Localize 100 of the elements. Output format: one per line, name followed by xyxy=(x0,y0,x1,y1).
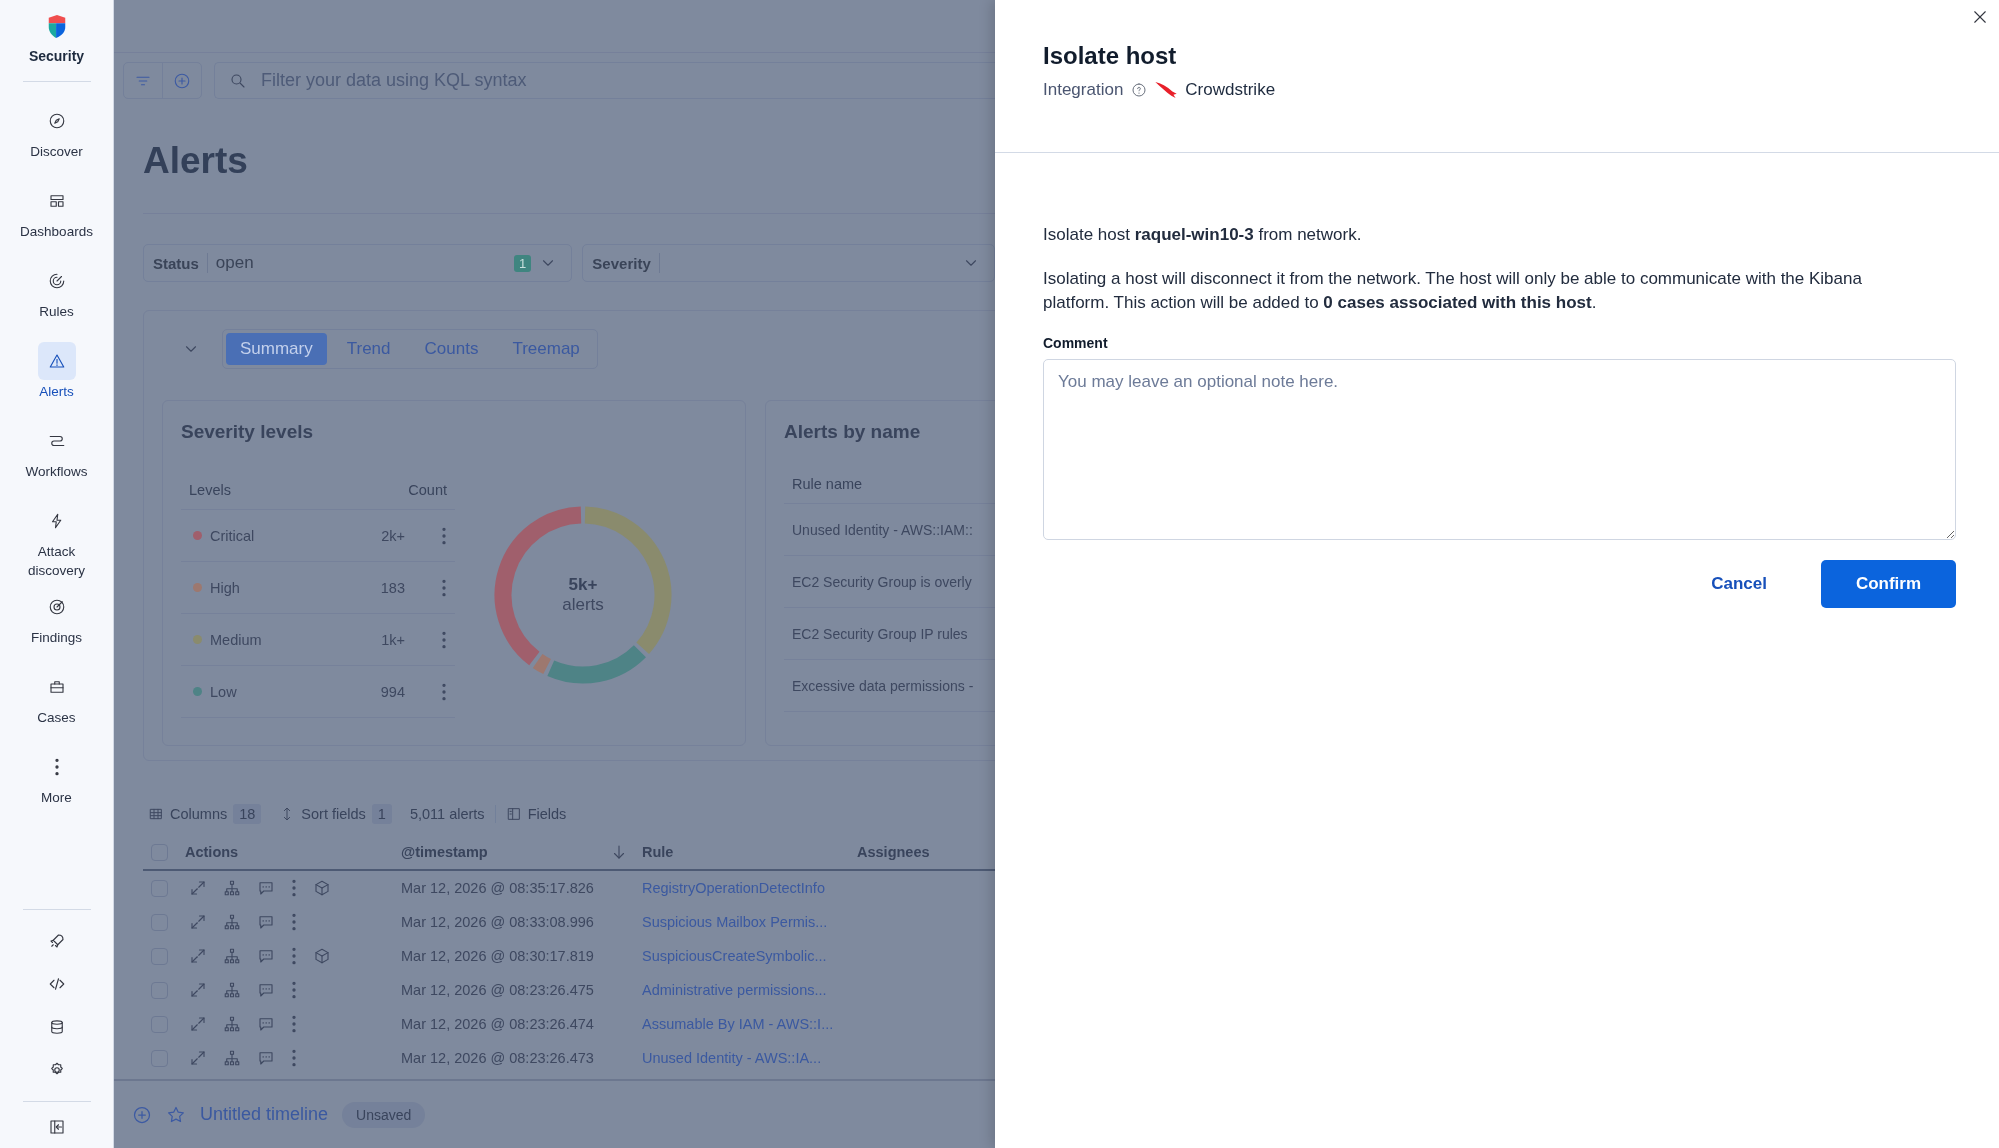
target-icon xyxy=(47,598,66,616)
radar-icon xyxy=(47,272,66,290)
table-cell-text: Low xyxy=(210,683,238,700)
isolate-message: Isolate host raquel-win10-3 from network. xyxy=(1043,224,1363,246)
rule-link[interactable]: SuspiciousCreateSymbolic... xyxy=(642,948,857,964)
comment-field[interactable]: You may leave an optional note here. xyxy=(1043,359,1956,540)
nav-item[interactable]: Workflows xyxy=(14,414,99,494)
table-cell-text: Critical xyxy=(210,527,256,544)
sort-button[interactable]: Sort fields 1 xyxy=(279,804,392,824)
table-cell-text: Mar 12, 2026 @ 08:23:26.474 xyxy=(401,1016,595,1032)
total-count: 5k+ xyxy=(568,575,598,595)
comment-icon[interactable] xyxy=(257,1049,275,1067)
column-header: Rule name xyxy=(792,476,863,492)
expand-icon[interactable] xyxy=(189,981,207,999)
nav-item[interactable]: Rules xyxy=(14,254,99,334)
query-buttons[interactable] xyxy=(123,62,202,99)
nav-item[interactable]: Alerts xyxy=(14,334,99,414)
timeline-title[interactable]: Untitled timeline xyxy=(200,1104,329,1125)
fields-button[interactable]: Fields xyxy=(505,806,567,822)
app-name: Security xyxy=(28,48,85,64)
more-icon[interactable] xyxy=(441,578,447,597)
view-tab[interactable]: Treemap xyxy=(498,333,594,365)
confirm-button[interactable]: Confirm xyxy=(1821,560,1956,608)
nav-item[interactable]: Dashboards xyxy=(14,174,99,254)
filter-control[interactable]: Severity xyxy=(582,244,995,282)
expand-icon[interactable] xyxy=(189,913,207,931)
nav-item[interactable]: Attack discovery xyxy=(14,494,99,580)
table-cell-text: Mar 12, 2026 @ 08:23:26.475 xyxy=(401,982,595,998)
view-tab[interactable]: Summary xyxy=(226,333,327,365)
table-cell: Unused Identity - AWS::IAM:: xyxy=(792,521,973,538)
more-icon[interactable] xyxy=(291,981,297,999)
hierarchy-icon[interactable] xyxy=(223,913,241,931)
more-icon[interactable] xyxy=(441,682,447,701)
help-icon[interactable] xyxy=(1131,82,1148,98)
view-tab[interactable]: Counts xyxy=(410,333,493,365)
hierarchy-icon[interactable] xyxy=(223,879,241,897)
more-icon[interactable] xyxy=(441,630,447,649)
table-cell-text: 994 xyxy=(379,683,405,700)
hierarchy-icon[interactable] xyxy=(223,1015,241,1033)
nav-item[interactable]: Discover xyxy=(14,94,99,174)
more-icon[interactable] xyxy=(291,913,297,931)
comment-icon[interactable] xyxy=(257,1015,275,1033)
fields-icon xyxy=(505,806,522,822)
star-icon[interactable] xyxy=(166,1104,186,1125)
cube-icon[interactable] xyxy=(313,947,331,965)
columns-button[interactable]: Columns 18 xyxy=(148,804,262,824)
code-icon[interactable] xyxy=(47,975,66,993)
add-icon[interactable] xyxy=(173,71,191,90)
column-header: Count xyxy=(407,482,447,498)
comment-icon[interactable] xyxy=(257,981,275,999)
more-icon[interactable] xyxy=(291,1049,297,1067)
comment-icon[interactable] xyxy=(257,879,275,897)
add-icon[interactable] xyxy=(132,1104,152,1125)
rule-link[interactable]: Administrative permissions... xyxy=(642,982,857,998)
swoosh-icon xyxy=(1155,82,1178,98)
rule-link[interactable]: Assumable By IAM - AWS::I... xyxy=(642,1016,857,1032)
more-icon[interactable] xyxy=(291,879,297,897)
expand-icon[interactable] xyxy=(189,1049,207,1067)
expand-icon[interactable] xyxy=(189,947,207,965)
hierarchy-icon[interactable] xyxy=(223,947,241,965)
total-unit: alerts xyxy=(562,595,604,615)
hierarchy-icon[interactable] xyxy=(223,1049,241,1067)
flyout-title: Isolate host xyxy=(1043,42,1178,70)
nav-item[interactable]: More xyxy=(14,740,99,820)
comment-label: Comment xyxy=(1043,335,1109,351)
comment-icon[interactable] xyxy=(257,913,275,931)
more-icon xyxy=(53,758,60,776)
more-icon[interactable] xyxy=(291,1015,297,1033)
view-tab[interactable]: Trend xyxy=(332,333,405,365)
compass-icon xyxy=(47,112,66,130)
table-icon xyxy=(148,806,164,822)
cube-icon[interactable] xyxy=(313,879,331,897)
table-cell: EC2 Security Group is overly xyxy=(792,573,972,590)
rule-link[interactable]: Suspicious Mailbox Permis... xyxy=(642,914,857,930)
collapse-icon[interactable] xyxy=(47,1118,66,1136)
close-icon[interactable] xyxy=(1971,8,1989,26)
table-cell-text: 2k+ xyxy=(380,527,405,544)
hierarchy-icon[interactable] xyxy=(223,981,241,999)
card-title: Alerts by name xyxy=(784,421,922,443)
expand-icon[interactable] xyxy=(189,879,207,897)
rule-link[interactable]: Unused Identity - AWS::IA... xyxy=(642,1050,857,1066)
filter-control[interactable]: Status open 1 xyxy=(143,244,573,282)
table-cell-text: Mar 12, 2026 @ 08:33:08.996 xyxy=(401,914,595,930)
nav-item[interactable]: Cases xyxy=(14,660,99,740)
more-icon[interactable] xyxy=(291,947,297,965)
table-cell-text: Medium xyxy=(210,631,263,648)
cancel-button[interactable]: Cancel xyxy=(1683,560,1795,608)
count-badge: 1 xyxy=(514,254,532,272)
search-icon xyxy=(229,71,247,90)
rule-link[interactable]: RegistryOperationDetectInfo xyxy=(642,880,857,896)
nav-item[interactable]: Findings xyxy=(14,580,99,660)
table-cell-text: High xyxy=(210,579,241,596)
unsaved-badge: Unsaved xyxy=(342,1101,426,1128)
table-cell: Excessive data permissions - xyxy=(792,677,974,694)
comment-icon[interactable] xyxy=(257,947,275,965)
page-title: Alerts xyxy=(143,139,249,183)
column-header: @timestamp xyxy=(401,844,488,860)
more-icon[interactable] xyxy=(441,526,447,545)
isolate-description: Isolating a host will disconnect it from the network. The host will only be able to communicate with the Kibana platform. This action will be added to 0 cases associated with this host. xyxy=(1043,268,1863,314)
expand-icon[interactable] xyxy=(189,1015,207,1033)
